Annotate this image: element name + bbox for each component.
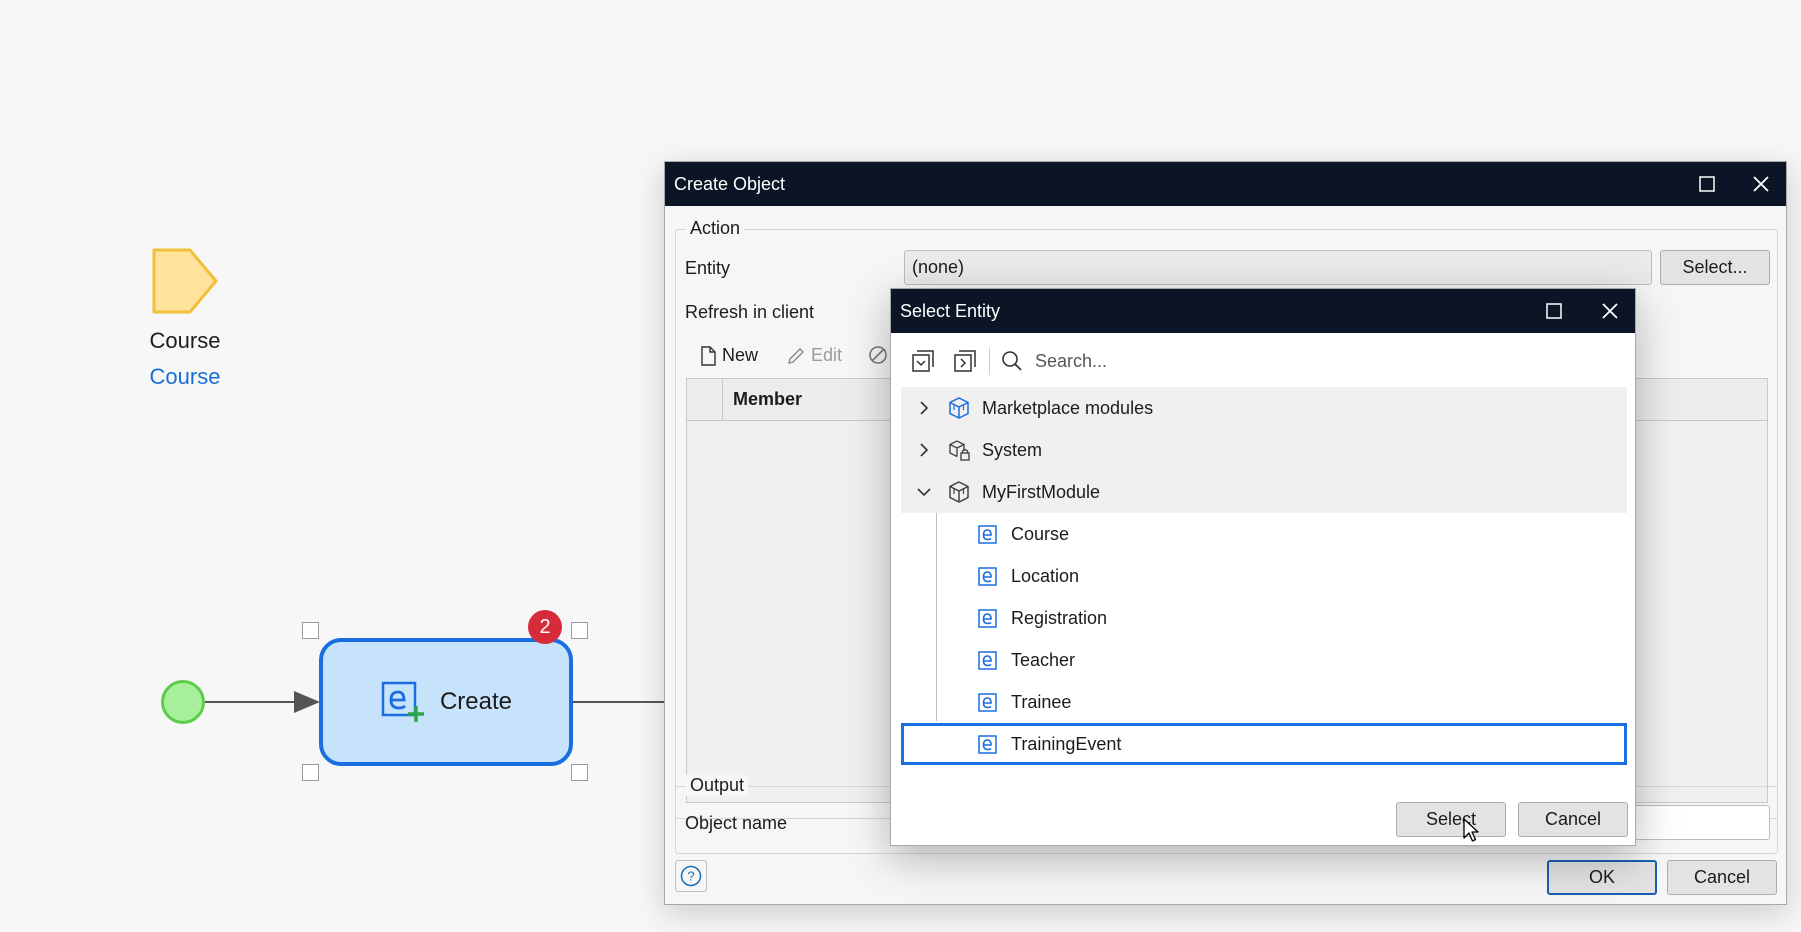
create-object-activity[interactable]: Create xyxy=(319,638,573,766)
entity-field[interactable]: (none) xyxy=(904,250,1652,285)
object-name-label: Object name xyxy=(685,813,788,833)
start-event[interactable] xyxy=(161,680,205,724)
create-object-icon xyxy=(381,681,424,722)
select-entity-cancel-button[interactable]: Cancel xyxy=(1518,802,1628,837)
edit-member-button[interactable]: Edit xyxy=(787,345,842,366)
module-icon xyxy=(949,481,969,503)
action-legend: Action xyxy=(686,218,745,239)
resize-handle-bottom-right[interactable] xyxy=(571,764,588,781)
activity-label: Create xyxy=(439,688,513,715)
error-count-badge: 2 xyxy=(528,610,562,644)
parameter-type: Course xyxy=(149,364,221,389)
entity-label: Trainee xyxy=(1011,691,1072,712)
search-input[interactable] xyxy=(1035,350,1575,372)
select-entity-maximize-button[interactable] xyxy=(1529,289,1579,333)
tree-module-myfirstmodule[interactable]: MyFirstModule xyxy=(901,471,1627,513)
entity-label: Course xyxy=(1011,523,1070,544)
chevron-right-icon[interactable] xyxy=(915,441,933,459)
entity-icon xyxy=(978,567,997,586)
tree-entity-course[interactable]: Course xyxy=(901,513,1627,555)
collapse-all-icon[interactable] xyxy=(911,349,935,373)
forbidden-icon xyxy=(869,346,887,364)
refresh-in-client-label: Refresh in client xyxy=(685,302,815,322)
entity-label: Entity xyxy=(685,258,731,278)
sequence-flow-arrowhead xyxy=(294,691,320,713)
tree-indent-guide xyxy=(936,513,937,721)
entity-search[interactable] xyxy=(1001,343,1601,379)
svg-text:?: ? xyxy=(687,869,694,884)
tree-entity-trainee[interactable]: Trainee xyxy=(901,681,1627,723)
maximize-icon xyxy=(1699,176,1715,192)
parameter-icon xyxy=(152,248,218,314)
parameter-name: Course xyxy=(149,328,221,353)
maximize-button[interactable] xyxy=(1682,162,1732,206)
entity-label: TrainingEvent xyxy=(1011,733,1122,754)
select-entity-dialog: Select Entity Search... Marketplace modu… xyxy=(890,288,1636,846)
system-module-icon xyxy=(949,440,970,461)
create-object-titlebar: Create Object xyxy=(665,162,1786,206)
entity-icon xyxy=(978,651,997,670)
close-button[interactable] xyxy=(1736,162,1786,206)
delete-member-button[interactable] xyxy=(868,345,888,365)
chevron-right-icon[interactable] xyxy=(915,399,933,417)
select-entity-close-button[interactable] xyxy=(1585,289,1635,333)
entity-icon xyxy=(978,693,997,712)
help-button[interactable]: ? xyxy=(675,860,707,892)
edit-label: Edit xyxy=(811,345,843,365)
close-icon xyxy=(1602,303,1618,319)
tree-entity-location[interactable]: Location xyxy=(901,555,1627,597)
sequence-flow-out[interactable] xyxy=(573,701,668,703)
resize-handle-top-left[interactable] xyxy=(302,622,319,639)
create-object-cancel-button[interactable]: Cancel xyxy=(1667,860,1777,895)
select-entity-titlebar: Select Entity xyxy=(891,289,1635,333)
entity-select-button[interactable]: Select... xyxy=(1660,250,1770,285)
entity-label: Location xyxy=(1011,565,1080,586)
tree-module-system[interactable]: System xyxy=(901,429,1627,471)
tree-entity-registration[interactable]: Registration xyxy=(901,597,1627,639)
toolbar-separator xyxy=(989,347,990,375)
row-header-cell xyxy=(687,379,723,420)
ok-button[interactable]: OK xyxy=(1547,860,1657,895)
resize-handle-top-right[interactable] xyxy=(571,622,588,639)
new-member-button[interactable]: New xyxy=(700,345,758,366)
module-label: MyFirstModule xyxy=(982,481,1101,502)
entity-icon xyxy=(978,735,997,754)
close-icon xyxy=(1753,176,1769,192)
entity-label: Registration xyxy=(1011,607,1108,628)
column-header-member[interactable]: Member xyxy=(723,379,802,420)
pencil-icon xyxy=(788,347,804,364)
entity-label: Teacher xyxy=(1011,649,1076,670)
select-entity-title: Select Entity xyxy=(900,300,1001,321)
course-parameter[interactable]: Course Course xyxy=(145,246,225,390)
chevron-down-icon[interactable] xyxy=(915,483,933,501)
entity-icon xyxy=(978,525,997,544)
tree-entity-teacher[interactable]: Teacher xyxy=(901,639,1627,681)
tree-module-marketplace-modules[interactable]: Marketplace modules xyxy=(901,387,1627,429)
expand-all-icon[interactable] xyxy=(953,349,977,373)
sequence-flow-in[interactable] xyxy=(205,701,300,703)
new-label: New xyxy=(722,345,759,365)
module-label: System xyxy=(982,439,1043,460)
output-legend: Output xyxy=(686,775,749,796)
select-button[interactable]: Select xyxy=(1396,802,1506,837)
dialog-title: Create Object xyxy=(674,173,786,194)
entity-icon xyxy=(978,609,997,628)
resize-handle-bottom-left[interactable] xyxy=(302,764,319,781)
tree-entity-trainingevent[interactable]: TrainingEvent xyxy=(901,723,1627,765)
module-label: Marketplace modules xyxy=(982,397,1154,418)
mouse-cursor-icon xyxy=(1463,818,1479,842)
select-entity-toolbar xyxy=(891,333,1635,389)
search-icon xyxy=(1002,351,1022,371)
help-icon: ? xyxy=(680,865,702,887)
entity-tree[interactable]: Marketplace modules System MyFirstModule xyxy=(901,387,1627,765)
maximize-icon xyxy=(1546,303,1562,319)
marketplace-module-icon xyxy=(949,397,969,419)
new-document-icon xyxy=(701,345,716,366)
